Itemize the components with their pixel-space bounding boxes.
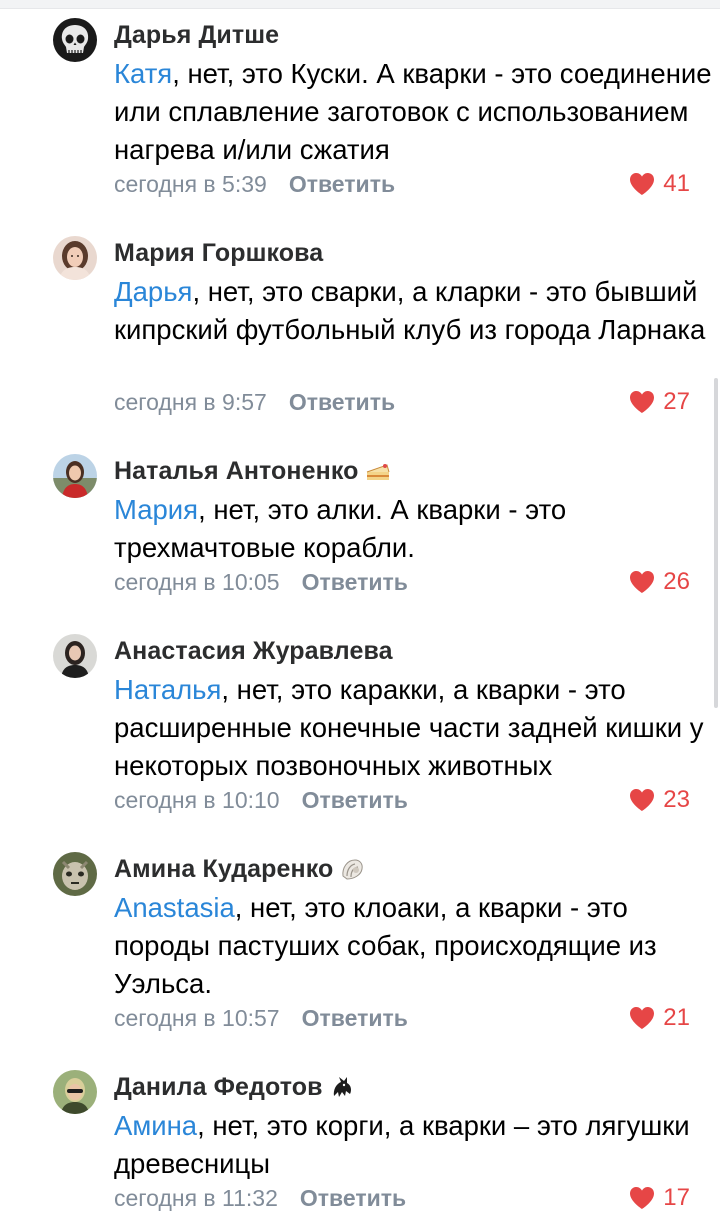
author-name: Наталья Антоненко [114, 457, 359, 485]
scrollbar[interactable] [714, 378, 718, 708]
like-button[interactable]: 41 [629, 167, 690, 201]
author-name: Анастасия Журавлева [114, 637, 393, 665]
comment-author[interactable]: Дарья Дитше [114, 18, 279, 52]
avatar[interactable] [53, 852, 97, 896]
avatar[interactable] [53, 634, 97, 678]
comment-time: сегодня в 10:10 [114, 787, 280, 813]
reply-button[interactable]: Ответить [300, 1185, 406, 1211]
dragon-icon [333, 1077, 351, 1097]
comment-meta: сегодня в 10:05 Ответить [114, 565, 408, 599]
like-button[interactable]: 26 [629, 565, 690, 599]
comment-meta: сегодня в 10:57 Ответить [114, 1001, 408, 1035]
author-name: Дарья Дитше [114, 21, 280, 49]
comment-author[interactable]: Анастасия Журавлева [114, 634, 393, 668]
comment-text: Anastasia, нет, это клоаки, а кварки - э… [114, 889, 714, 1003]
reply-button[interactable]: Ответить [302, 1005, 408, 1031]
like-button[interactable]: 27 [629, 385, 690, 419]
comment-author[interactable]: Наталья Антоненко [114, 454, 391, 488]
comment-body: , нет, это корги, а кварки – это лягушки… [114, 1110, 690, 1179]
comment-text: Катя, нет, это Куски. А кварки - это сое… [114, 55, 714, 169]
author-name: Амина Кударенко [114, 855, 334, 883]
like-button[interactable]: 17 [629, 1181, 690, 1215]
mention-link[interactable]: Anastasia [114, 892, 235, 923]
heart-icon [630, 789, 655, 811]
shell-icon [342, 859, 364, 880]
comment-time: сегодня в 9:57 [114, 389, 267, 415]
like-button[interactable]: 23 [629, 783, 690, 817]
comment-time: сегодня в 10:05 [114, 569, 280, 595]
top-divider [0, 0, 720, 9]
comment-meta: сегодня в 5:39 Ответить [114, 167, 395, 201]
comment-time: сегодня в 11:32 [114, 1185, 278, 1211]
reply-button[interactable]: Ответить [302, 569, 408, 595]
comment-text: Наталья, нет, это каракки, а кварки - эт… [114, 671, 714, 785]
comment-body: , нет, это сварки, а кларки - это бывший… [114, 276, 706, 345]
author-name: Данила Федотов [114, 1073, 323, 1101]
like-count: 23 [663, 786, 690, 813]
comment-body: , нет, это Куски. А кварки - это соедине… [114, 58, 712, 165]
comment-time: сегодня в 10:57 [114, 1005, 280, 1031]
like-count: 26 [663, 568, 690, 595]
comment-meta: сегодня в 9:57 Ответить [114, 385, 395, 419]
comment-text: Дарья, нет, это сварки, а кларки - это б… [114, 273, 714, 349]
like-count: 41 [663, 170, 690, 197]
heart-icon [630, 173, 655, 195]
mention-link[interactable]: Наталья [114, 674, 221, 705]
heart-icon [630, 1187, 655, 1209]
comment-meta: сегодня в 10:10 Ответить [114, 783, 408, 817]
avatar[interactable] [53, 236, 97, 280]
reply-button[interactable]: Ответить [302, 787, 408, 813]
comment-text: Амина, нет, это корги, а кварки – это ля… [114, 1107, 714, 1183]
comment-author[interactable]: Мария Горшкова [114, 236, 323, 270]
avatar[interactable] [53, 18, 97, 62]
comment-time: сегодня в 5:39 [114, 171, 267, 197]
heart-icon [630, 1007, 655, 1029]
mention-link[interactable]: Катя [114, 58, 172, 89]
comment-author[interactable]: Амина Кударенко [114, 852, 365, 886]
like-count: 27 [663, 388, 690, 415]
author-name: Мария Горшкова [114, 239, 324, 267]
mention-link[interactable]: Амина [114, 1110, 197, 1141]
avatar[interactable] [53, 1070, 97, 1114]
heart-icon [630, 391, 655, 413]
comment-text: Мария, нет, это алки. А кварки - это тре… [114, 491, 714, 567]
heart-icon [630, 571, 655, 593]
mention-link[interactable]: Мария [114, 494, 198, 525]
like-button[interactable]: 21 [629, 1001, 690, 1035]
comment-author[interactable]: Данила Федотов [114, 1070, 355, 1104]
comment-meta: сегодня в 11:32 Ответить [114, 1181, 406, 1215]
reply-button[interactable]: Ответить [289, 171, 395, 197]
avatar[interactable] [53, 454, 97, 498]
like-count: 21 [663, 1004, 690, 1031]
mention-link[interactable]: Дарья [114, 276, 192, 307]
like-count: 17 [663, 1184, 690, 1211]
reply-button[interactable]: Ответить [289, 389, 395, 415]
cake-icon [366, 464, 389, 480]
